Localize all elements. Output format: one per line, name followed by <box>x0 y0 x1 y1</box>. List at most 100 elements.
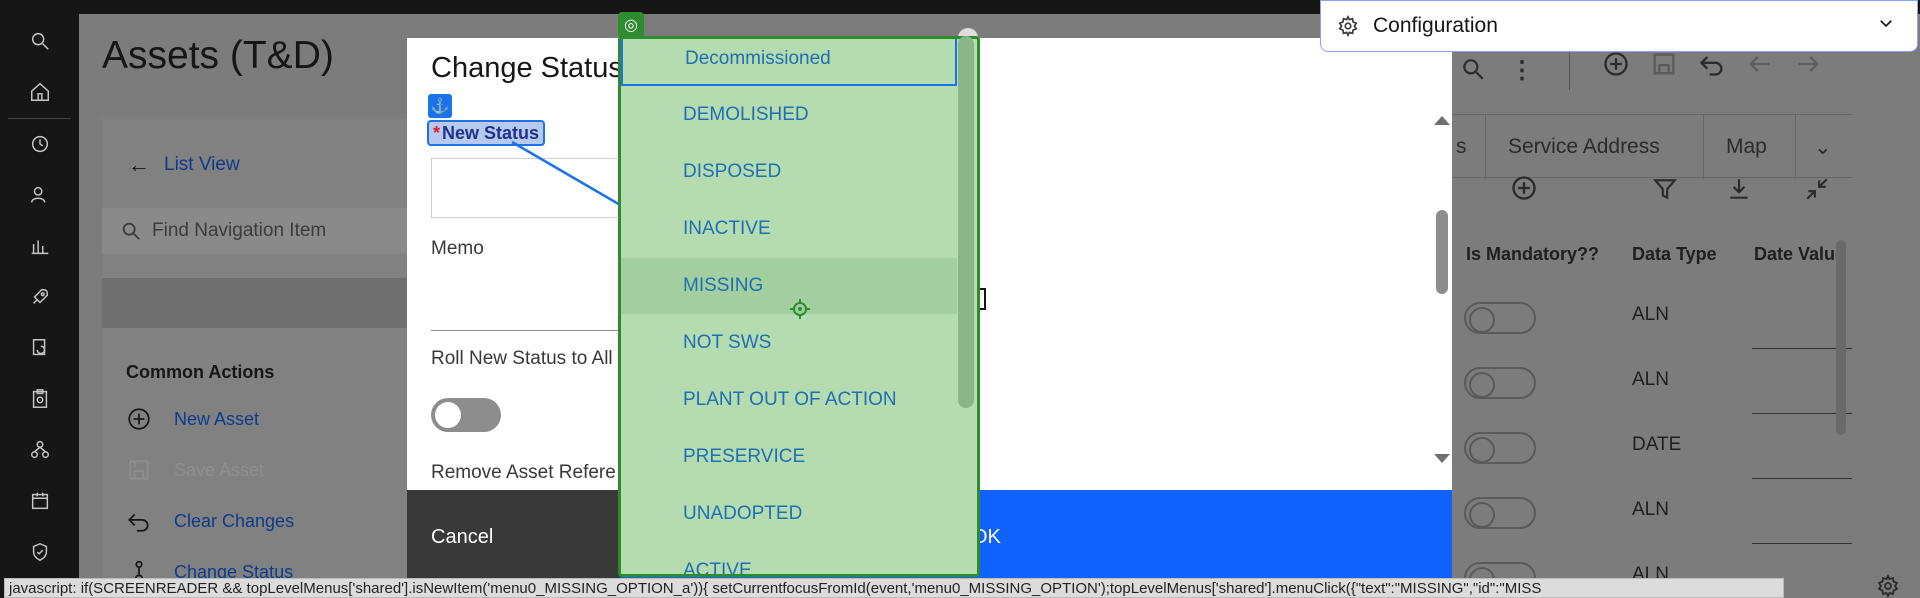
save-asset-action: Save Asset <box>126 457 264 483</box>
clear-changes-action[interactable]: Clear Changes <box>126 508 294 534</box>
toolbar-divider <box>1569 50 1570 90</box>
download-icon[interactable] <box>1726 176 1752 207</box>
table-scrollbar[interactable] <box>1836 240 1846 435</box>
memo-label: Memo <box>431 238 484 259</box>
section-band <box>102 278 407 328</box>
history-icon[interactable] <box>27 131 53 157</box>
settings-gear-icon[interactable] <box>1876 573 1900 598</box>
undo-icon <box>128 513 149 532</box>
new-asset-action[interactable]: New Asset <box>126 406 259 432</box>
option-not-sws[interactable]: NOT SWS <box>621 315 957 371</box>
dialog-scrollbar[interactable] <box>1436 210 1448 294</box>
arrow-left-icon: ← <box>128 152 150 177</box>
configuration-panel[interactable]: Configuration <box>1320 0 1918 52</box>
tab-partial[interactable]: s <box>1452 115 1486 179</box>
table-row: DATE <box>1452 414 1852 479</box>
add-row-icon[interactable] <box>1510 174 1538 207</box>
home-icon[interactable] <box>27 79 53 105</box>
list-view-link[interactable]: ← List View <box>128 152 240 178</box>
new-status-text: New Status <box>442 122 540 143</box>
mandatory-toggle[interactable] <box>1464 497 1536 529</box>
option-disposed[interactable]: DISPOSED <box>621 144 957 200</box>
data-type-cell: ALN <box>1632 304 1669 325</box>
arrow-left-icon[interactable] <box>1746 50 1774 83</box>
clipboard-icon[interactable] <box>27 386 53 412</box>
data-type-cell: ALN <box>1632 499 1669 520</box>
col-data-type[interactable]: Data Type <box>1632 244 1717 265</box>
remove-asset-reference-label: Remove Asset Refere <box>431 462 616 483</box>
common-actions-heading: Common Actions <box>126 362 275 382</box>
table-row: ALN <box>1452 349 1852 414</box>
more-vertical-icon[interactable]: ⋮ <box>1510 56 1534 85</box>
collapse-icon[interactable] <box>1804 176 1830 207</box>
undo-icon[interactable] <box>1698 50 1726 83</box>
filter-icon[interactable] <box>1652 176 1678 207</box>
table-row: ALN <box>1452 284 1852 349</box>
mandatory-toggle[interactable] <box>1464 302 1536 334</box>
find-navigation-placeholder: Find Navigation Item <box>152 220 327 241</box>
clear-changes-label: Clear Changes <box>174 510 295 531</box>
option-decommissioned[interactable]: Decommissioned <box>621 39 957 86</box>
page-title: Assets (T&D) <box>102 34 334 77</box>
dropdown-scrollbar[interactable] <box>958 36 974 408</box>
rocket-icon[interactable] <box>27 284 53 310</box>
save-icon <box>129 460 149 480</box>
user-icon[interactable] <box>27 182 53 208</box>
scroll-up-arrow-icon[interactable] <box>1434 116 1450 125</box>
search-icon <box>122 222 140 240</box>
anchor-icon: ⚓ <box>428 94 452 118</box>
data-type-cell: DATE <box>1632 434 1682 455</box>
save-icon[interactable] <box>1650 50 1678 83</box>
memo-input[interactable] <box>431 330 631 331</box>
add-icon[interactable] <box>1602 50 1630 83</box>
list-view-label: List View <box>164 154 240 175</box>
arrow-right-icon[interactable] <box>1794 50 1822 83</box>
option-missing[interactable]: MISSING <box>621 258 957 314</box>
add-circle-icon <box>128 408 150 430</box>
tab-service-address[interactable]: Service Address <box>1486 115 1704 179</box>
crosshair-icon <box>790 299 810 319</box>
data-type-cell: ALN <box>1632 369 1669 390</box>
left-nav-rail <box>0 14 79 598</box>
calendar-icon[interactable] <box>27 488 53 514</box>
network-icon[interactable] <box>27 437 53 463</box>
option-unadopted[interactable]: UNADOPTED <box>621 486 957 542</box>
table-row: ALN <box>1452 479 1852 544</box>
save-asset-label: Save Asset <box>174 459 265 480</box>
mandatory-toggle[interactable] <box>1464 432 1536 464</box>
col-is-mandatory[interactable]: Is Mandatory?? <box>1466 244 1599 265</box>
nav-divider <box>8 118 71 119</box>
shield-check-icon[interactable] <box>27 539 53 565</box>
tab-strip: s Service Address Map ⌄ <box>1452 114 1852 179</box>
option-active[interactable]: ACTIVE <box>621 543 957 574</box>
target-icon: ◎ <box>618 12 644 38</box>
chevron-down-icon[interactable] <box>1877 14 1895 38</box>
roll-status-label: Roll New Status to All <box>431 348 613 369</box>
tab-map[interactable]: Map <box>1704 115 1796 179</box>
mandatory-toggle[interactable] <box>1464 367 1536 399</box>
new-asset-label: New Asset <box>174 408 260 429</box>
tabs-overflow-chevron-icon[interactable]: ⌄ <box>1796 115 1852 179</box>
col-date-value[interactable]: Date Value <box>1754 244 1845 265</box>
refresh-doc-icon[interactable] <box>27 335 53 361</box>
configuration-title: Configuration <box>1373 14 1498 37</box>
option-demolished[interactable]: DEMOLISHED <box>621 87 957 143</box>
gear-icon <box>1338 15 1358 37</box>
panel-search-icon[interactable] <box>1460 56 1486 87</box>
option-preservice[interactable]: PRESERVICE <box>621 429 957 485</box>
scroll-down-arrow-icon[interactable] <box>1434 454 1450 463</box>
browser-status-bar: javascript: if(SCREENREADER && topLevelM… <box>4 578 1784 598</box>
find-navigation-input[interactable]: Find Navigation Item <box>102 208 407 254</box>
option-plant-out-of-action[interactable]: PLANT OUT OF ACTION <box>621 372 957 428</box>
new-status-label: * New Status <box>427 120 546 146</box>
dialog-title: Change Status <box>431 52 623 84</box>
toggle-knob <box>435 402 461 428</box>
option-inactive[interactable]: INACTIVE <box>621 201 957 257</box>
roll-status-toggle[interactable] <box>431 398 501 432</box>
table-header: Is Mandatory?? Data Type Date Value <box>1452 228 1852 280</box>
search-icon[interactable] <box>27 28 53 54</box>
cancel-button[interactable]: Cancel <box>407 490 620 580</box>
chart-icon[interactable] <box>27 233 53 259</box>
required-marker: * <box>433 122 441 143</box>
new-status-input[interactable] <box>431 158 631 218</box>
